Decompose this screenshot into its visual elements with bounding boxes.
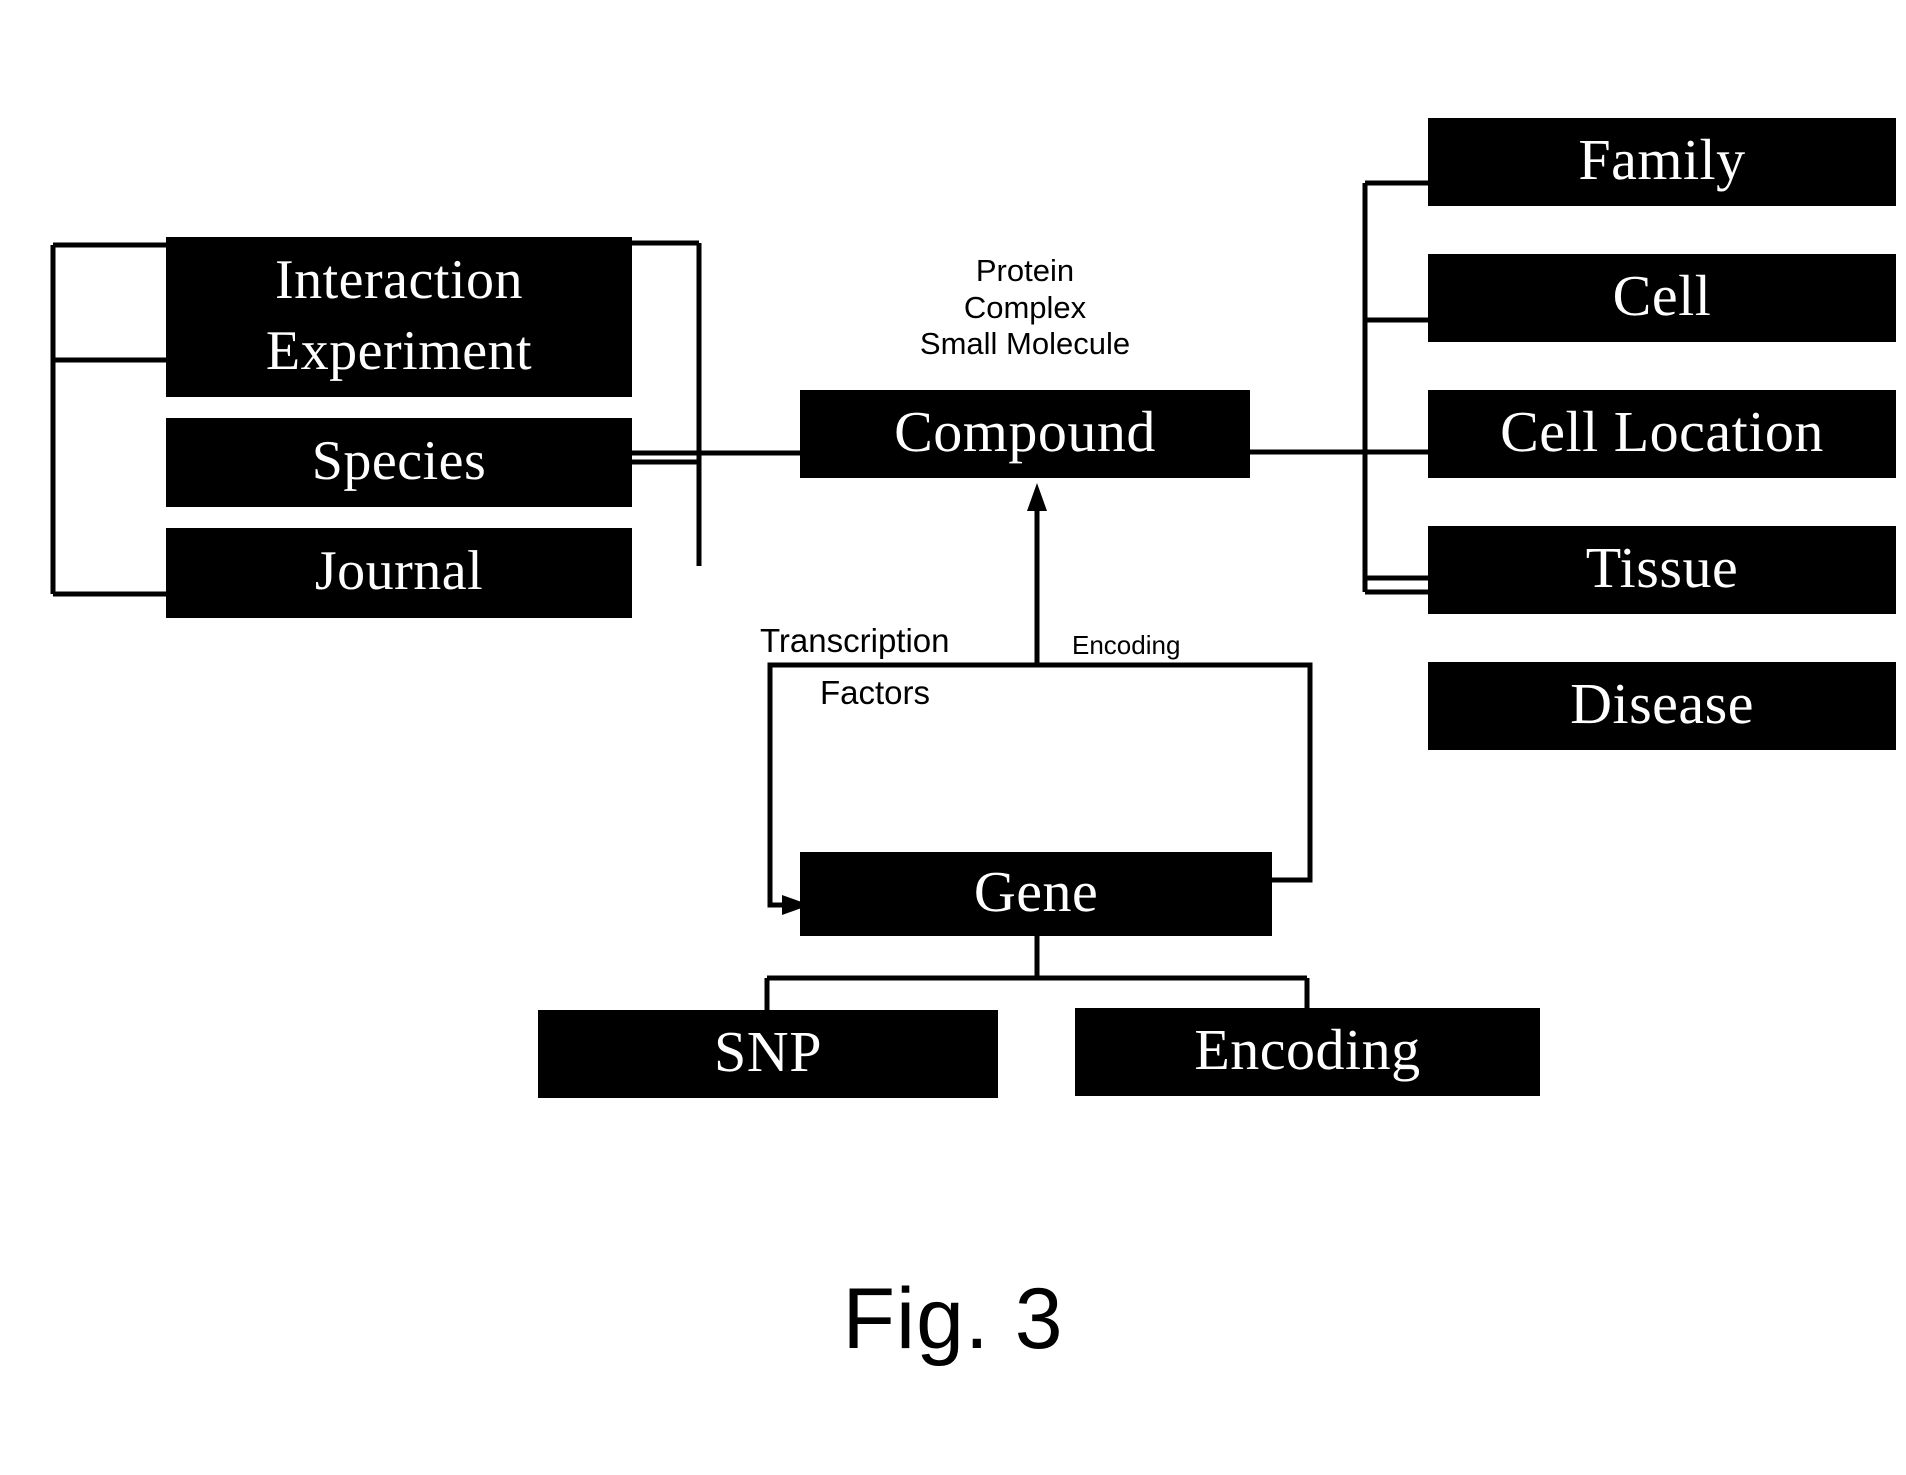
node-cell-location-label: Cell Location	[1500, 399, 1824, 464]
node-disease[interactable]: Disease	[1428, 662, 1896, 750]
node-disease-label: Disease	[1570, 671, 1754, 736]
node-tissue[interactable]: Tissue	[1428, 526, 1896, 614]
encoding-edge-label: Encoding	[1072, 630, 1181, 660]
node-family-label: Family	[1578, 127, 1746, 192]
node-gene[interactable]: Gene	[800, 852, 1272, 936]
node-encoding-label: Encoding	[1194, 1017, 1421, 1082]
node-journal[interactable]: Journal	[166, 528, 632, 618]
node-compound-label: Compound	[894, 399, 1156, 464]
figure-caption-text: Fig. 3	[842, 1271, 1064, 1367]
node-snp-label: SNP	[714, 1019, 822, 1084]
node-cell[interactable]: Cell	[1428, 254, 1896, 342]
node-encoding[interactable]: Encoding	[1075, 1008, 1540, 1096]
transcription-label-line1: Transcription	[760, 622, 950, 659]
compound-types-text: Protein Complex Small Molecule	[919, 253, 1131, 362]
node-snp[interactable]: SNP	[538, 1010, 998, 1098]
node-species-label: Species	[311, 429, 487, 492]
compound-types-annotation: Protein Complex Small Molecule	[850, 253, 1200, 363]
node-compound[interactable]: Compound	[800, 390, 1250, 478]
node-gene-label: Gene	[973, 859, 1099, 924]
figure-diagram: Interaction Experiment Species Journal P…	[0, 0, 1906, 1475]
node-cell-label: Cell	[1612, 263, 1712, 328]
node-family[interactable]: Family	[1428, 118, 1896, 206]
node-journal-label: Journal	[314, 540, 484, 602]
node-experiment[interactable]: Experiment	[166, 308, 632, 397]
transcription-label-line2: Factors	[820, 674, 931, 711]
gene-to-compound-arrowhead	[1027, 483, 1047, 511]
node-experiment-label: Experiment	[265, 319, 533, 382]
node-interaction-label: Interaction	[274, 249, 524, 311]
node-tissue-label: Tissue	[1585, 535, 1739, 600]
node-cell-location[interactable]: Cell Location	[1428, 390, 1896, 478]
figure-caption: Fig. 3	[0, 1270, 1906, 1369]
node-species[interactable]: Species	[166, 418, 632, 507]
